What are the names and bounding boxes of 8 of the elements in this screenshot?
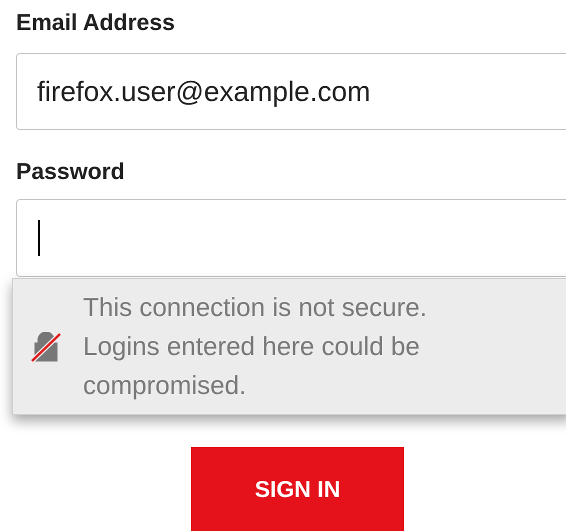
warning-title: This connection is not secure. — [83, 291, 428, 324]
insecure-lock-icon — [30, 332, 64, 362]
warning-message: Logins entered here could be compromised. — [83, 330, 421, 402]
email-field[interactable]: firefox.user@example.com — [16, 53, 566, 130]
field-label: Password — [16, 157, 126, 185]
password-field[interactable] — [16, 199, 566, 277]
field-label: Email Address — [16, 8, 176, 36]
sign-in-button[interactable]: SIGN IN — [191, 447, 404, 531]
